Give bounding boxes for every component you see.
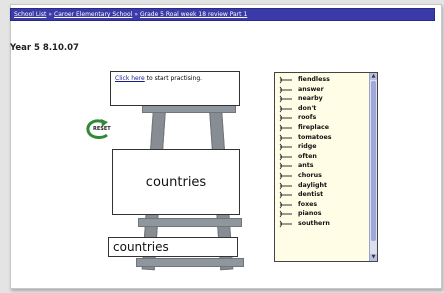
- pin-icon: [279, 76, 292, 84]
- word-list-item-label: pianos: [298, 210, 322, 218]
- pin-icon: [279, 153, 292, 161]
- word-list-item-label: southern: [298, 219, 330, 227]
- word-display-card: countries: [112, 149, 240, 215]
- pin-icon: [279, 143, 292, 151]
- scroll-down-icon[interactable]: ▼: [370, 254, 377, 261]
- pin-icon: [279, 124, 292, 132]
- scroll-up-icon[interactable]: ▲: [370, 73, 377, 80]
- word-list-item-label: daylight: [298, 181, 327, 189]
- word-list-item[interactable]: often: [275, 152, 371, 162]
- word-list-item[interactable]: roofs: [275, 113, 371, 123]
- pin-icon: [279, 210, 292, 218]
- word-list-item-label: ridge: [298, 143, 317, 151]
- word-list-item[interactable]: don't: [275, 104, 371, 114]
- word-list-item[interactable]: nearby: [275, 94, 371, 104]
- breadcrumb-separator: »: [134, 11, 138, 18]
- word-list-item[interactable]: fiendless: [275, 75, 371, 85]
- word-list-item[interactable]: ridge: [275, 142, 371, 152]
- pin-icon: [279, 95, 292, 103]
- word-list-item[interactable]: tomatoes: [275, 133, 371, 143]
- word-list-item[interactable]: answer: [275, 85, 371, 95]
- practice-instructions-text: to start practising.: [144, 75, 203, 82]
- word-list-item-label: ants: [298, 162, 314, 170]
- word-list-item-label: don't: [298, 104, 317, 112]
- breadcrumb-school-list[interactable]: School List: [14, 11, 46, 18]
- word-list-scrollbar[interactable]: ▲ ▼: [369, 73, 377, 261]
- word-list-item-label: fireplace: [298, 123, 329, 131]
- word-list: fiendless answer nearby don't roofs fireplace…: [275, 75, 371, 229]
- breadcrumb-school[interactable]: Caroer Elementary School: [54, 11, 132, 18]
- word-list-item-label: nearby: [298, 95, 323, 103]
- pin-icon: [279, 182, 292, 189]
- word-list-item[interactable]: southern: [275, 219, 371, 229]
- page-title: Year 5 8.10.07: [10, 43, 79, 53]
- pin-icon: [279, 134, 292, 141]
- breadcrumb-lesson[interactable]: Grade 5 Roal week 18 review Part 1: [140, 11, 247, 18]
- practice-instructions: Click here to start practising.: [110, 71, 240, 106]
- pin-icon: [279, 220, 292, 228]
- pin-icon: [279, 191, 292, 199]
- word-list-item[interactable]: fireplace: [275, 123, 371, 133]
- word-list-item-label: chorus: [298, 171, 322, 179]
- reset-button[interactable]: RESET: [84, 118, 112, 140]
- word-list-item-label: foxes: [298, 200, 318, 208]
- word-list-item-label: answer: [298, 85, 324, 93]
- breadcrumb: School List» Caroer Elementary School» Gra…: [10, 8, 435, 21]
- word-list-item[interactable]: foxes: [275, 200, 371, 210]
- word-list-item-label: tomatoes: [298, 133, 332, 141]
- answer-field[interactable]: countries: [108, 237, 238, 257]
- pin-icon: [279, 86, 292, 93]
- pin-icon: [279, 201, 292, 209]
- easel-middle-rail: [138, 218, 242, 227]
- word-list-item-label: fiendless: [298, 76, 330, 83]
- word-list-item-label: often: [298, 152, 317, 160]
- easel-bottom-rail: [136, 258, 244, 267]
- pin-icon: [279, 172, 292, 180]
- word-list-item[interactable]: dentist: [275, 190, 371, 200]
- pin-icon: [279, 115, 292, 122]
- word-list-item[interactable]: daylight: [275, 181, 371, 191]
- word-list-item-label: roofs: [298, 114, 317, 122]
- word-list-item[interactable]: pianos: [275, 209, 371, 219]
- word-list-item-label: dentist: [298, 191, 324, 199]
- reset-label: RESET: [93, 126, 111, 132]
- scroll-thumb[interactable]: [371, 81, 376, 241]
- pin-icon: [279, 105, 292, 113]
- pin-icon: [279, 162, 292, 170]
- breadcrumb-separator: »: [48, 11, 52, 18]
- word-list-item[interactable]: chorus: [275, 171, 371, 181]
- start-practice-link[interactable]: Click here: [115, 75, 145, 82]
- word-list-item[interactable]: ants: [275, 161, 371, 171]
- word-list-panel: fiendless answer nearby don't roofs fireplace…: [274, 72, 378, 262]
